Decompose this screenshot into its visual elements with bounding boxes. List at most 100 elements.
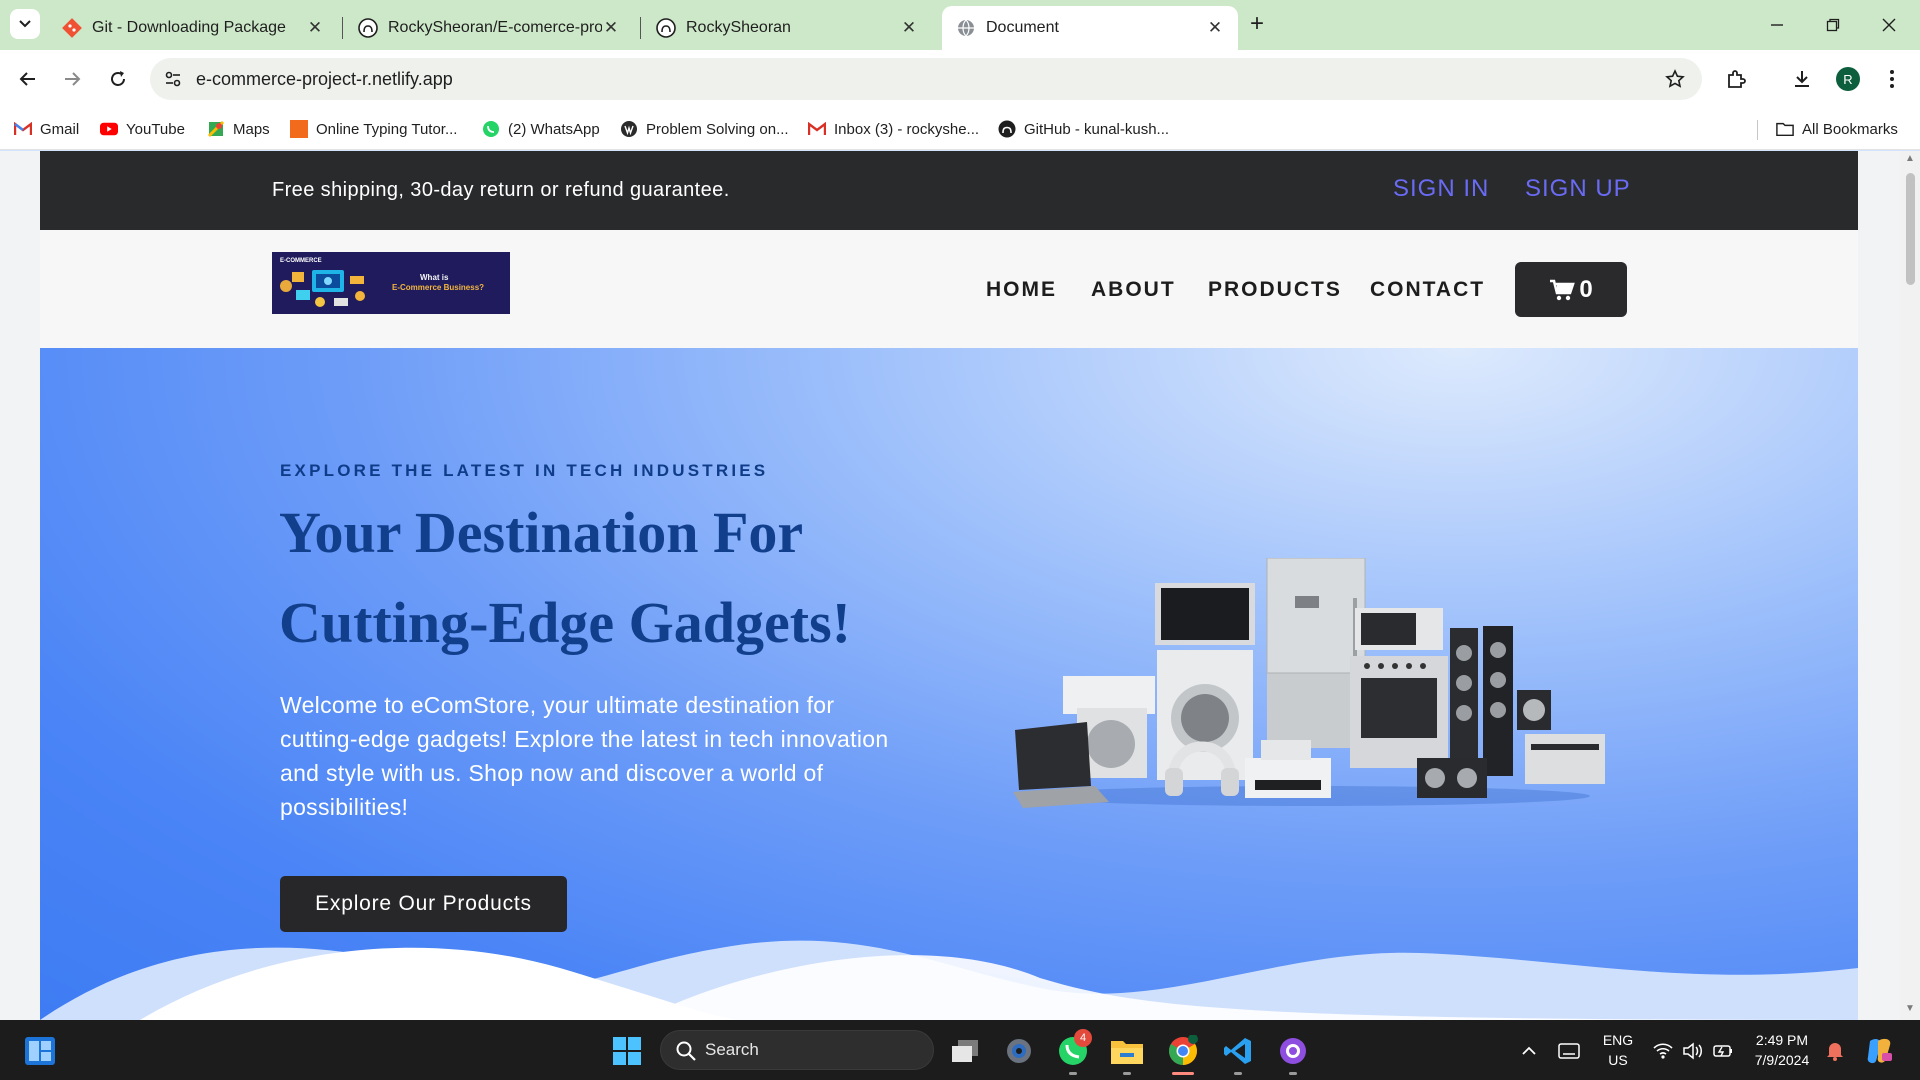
minimize-button[interactable] xyxy=(1762,10,1792,40)
sign-in-link[interactable]: SIGN IN xyxy=(1393,175,1489,203)
gmail-icon xyxy=(808,120,826,138)
active-indicator xyxy=(1172,1072,1194,1075)
maps-icon xyxy=(207,120,225,138)
file-explorer-icon[interactable] xyxy=(1110,1034,1144,1068)
bookmark-problem-solving[interactable]: Problem Solving on... xyxy=(620,118,789,140)
hero-section: EXPLORE THE LATEST IN TECH INDUSTRIES Yo… xyxy=(40,348,1858,1020)
battery-icon[interactable] xyxy=(1706,1034,1740,1068)
bookmark-github[interactable]: GitHub - kunal-kush... xyxy=(998,118,1169,140)
cart-button[interactable]: 0 xyxy=(1515,262,1627,317)
more-menu-icon[interactable] xyxy=(1876,63,1908,95)
bookmark-label: (2) WhatsApp xyxy=(508,120,600,138)
sign-up-link[interactable]: SIGN UP xyxy=(1525,175,1631,203)
taskbar-search[interactable]: Search xyxy=(660,1030,934,1070)
close-window-button[interactable] xyxy=(1874,10,1904,40)
downloads-icon[interactable] xyxy=(1786,63,1818,95)
tab-search-button[interactable] xyxy=(10,9,40,39)
cart-count: 0 xyxy=(1579,275,1593,303)
clock[interactable]: 2:49 PM 7/9/2024 xyxy=(1746,1030,1818,1070)
chrome-taskbar-icon[interactable] xyxy=(1166,1034,1200,1068)
task-view-icon[interactable] xyxy=(948,1034,982,1068)
scroll-up-arrow[interactable]: ▲ xyxy=(1905,153,1915,164)
reload-button[interactable] xyxy=(102,63,134,95)
scroll-thumb[interactable] xyxy=(1906,173,1915,285)
all-bookmarks-button[interactable]: All Bookmarks xyxy=(1776,118,1898,140)
scroll-down-arrow[interactable]: ▼ xyxy=(1905,1003,1915,1014)
start-button[interactable] xyxy=(610,1034,644,1068)
wifi-icon[interactable] xyxy=(1646,1034,1680,1068)
nav-about[interactable]: ABOUT xyxy=(1091,278,1176,302)
restore-button[interactable] xyxy=(1818,10,1848,40)
hero-description: Welcome to eComStore, your ultimate dest… xyxy=(280,692,889,820)
nav-home[interactable]: HOME xyxy=(986,278,1057,302)
bookmark-whatsapp[interactable]: (2) WhatsApp xyxy=(482,118,600,140)
tab-strip: Git - Downloading Package ✕ RockySheoran… xyxy=(0,0,1920,50)
bookmark-youtube[interactable]: YouTube xyxy=(100,118,185,140)
new-tab-button[interactable]: + xyxy=(1244,12,1270,38)
bookmark-gmail[interactable]: Gmail xyxy=(14,118,79,140)
extensions-icon[interactable] xyxy=(1720,63,1752,95)
url-text[interactable]: e-commerce-project-r.netlify.app xyxy=(196,69,453,90)
bookmark-maps[interactable]: Maps xyxy=(207,118,270,140)
page-scrollbar[interactable]: ▲ ▼ xyxy=(1900,151,1920,1020)
clock-time: 2:49 PM xyxy=(1755,1032,1809,1048)
nav-contact[interactable]: CONTACT xyxy=(1370,278,1485,302)
bookmark-label: YouTube xyxy=(126,120,185,138)
restore-icon xyxy=(1826,18,1840,32)
github-icon xyxy=(998,120,1016,138)
back-button[interactable] xyxy=(12,63,44,95)
close-icon[interactable]: ✕ xyxy=(306,18,324,37)
close-icon[interactable]: ✕ xyxy=(900,18,918,37)
clock-date: 7/9/2024 xyxy=(1754,1052,1810,1068)
whatsapp-unread-badge: 4 xyxy=(1074,1029,1092,1047)
copilot-icon[interactable] xyxy=(1862,1034,1896,1068)
search-placeholder: Search xyxy=(705,1040,759,1059)
logo-line-2: E-Commerce Business? xyxy=(392,283,484,292)
bookmark-inbox[interactable]: Inbox (3) - rockyshe... xyxy=(808,118,979,140)
notification-bell-icon[interactable] xyxy=(1818,1034,1852,1068)
language-indicator[interactable]: ENG US xyxy=(1596,1030,1640,1070)
settings-gear-icon[interactable] xyxy=(1002,1034,1036,1068)
site-logo[interactable]: E-COMMERCE What is E-Commerce Business? xyxy=(272,252,510,314)
volume-icon[interactable] xyxy=(1676,1034,1710,1068)
github-desktop-icon[interactable] xyxy=(1276,1034,1310,1068)
tab-title: RockySheoran/E-comerce-proje xyxy=(388,19,602,36)
bookmark-label: Problem Solving on... xyxy=(646,120,789,138)
gmail-icon xyxy=(14,120,32,138)
forward-button[interactable] xyxy=(56,63,88,95)
close-icon[interactable]: ✕ xyxy=(602,18,620,37)
logo-graphic: E-COMMERCE What is E-Commerce Business? xyxy=(272,252,510,314)
tab-divider xyxy=(342,17,343,39)
tab-profile[interactable]: RockySheoran ✕ xyxy=(642,6,932,50)
bookmark-typing[interactable]: Online Typing Tutor... xyxy=(290,118,457,140)
tab-repo[interactable]: RockySheoran/E-comerce-proje ✕ xyxy=(344,6,634,50)
nav-products[interactable]: PRODUCTS xyxy=(1208,278,1342,302)
running-indicator xyxy=(1123,1072,1131,1075)
stove-oven xyxy=(1350,656,1448,768)
language-code: ENG xyxy=(1602,1032,1634,1048)
running-indicator xyxy=(1069,1072,1077,1075)
git-icon xyxy=(62,18,82,38)
tab-git-downloading[interactable]: Git - Downloading Package ✕ xyxy=(48,6,338,50)
bookmark-divider xyxy=(1757,120,1758,140)
windows-icon xyxy=(613,1037,641,1065)
running-indicator xyxy=(1234,1072,1242,1075)
logo-line-1: What is xyxy=(420,273,449,282)
widgets-icon[interactable] xyxy=(23,1034,57,1068)
wordpress-icon xyxy=(620,120,638,138)
reload-icon xyxy=(111,71,125,86)
profile-avatar[interactable]: R xyxy=(1836,67,1860,91)
running-indicator xyxy=(1289,1072,1297,1075)
bookmarks-bar: Gmail YouTube Maps Online Typing Tutor..… xyxy=(0,108,1920,150)
chevron-up-icon[interactable] xyxy=(1512,1034,1546,1068)
bookmark-label: Online Typing Tutor... xyxy=(316,120,458,138)
arrow-left-icon xyxy=(19,72,35,86)
cart-icon xyxy=(1550,279,1576,300)
vscode-icon[interactable] xyxy=(1221,1034,1255,1068)
bookmark-star-icon[interactable] xyxy=(1664,68,1686,90)
keyboard-icon[interactable] xyxy=(1552,1034,1586,1068)
address-bar[interactable]: e-commerce-project-r.netlify.app xyxy=(150,58,1702,100)
tab-document[interactable]: Document ✕ xyxy=(942,6,1238,50)
site-settings-icon[interactable] xyxy=(162,68,184,90)
close-icon[interactable]: ✕ xyxy=(1206,18,1224,37)
